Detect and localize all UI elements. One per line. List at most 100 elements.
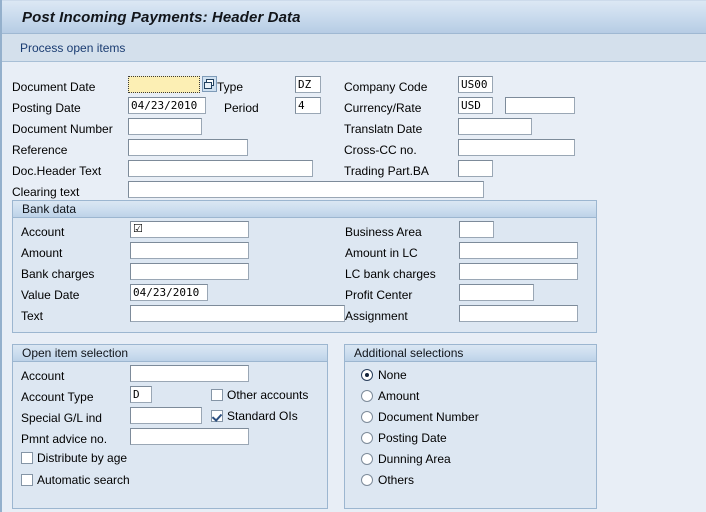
ois-account-input[interactable] [130,365,249,382]
label-bank-text: Text [21,309,44,323]
label-clearing-text: Clearing text [12,185,80,199]
account-type-input[interactable]: D [130,386,152,403]
label-lc-bank-charges: LC bank charges [345,267,436,281]
sap-transaction-screen: Post Incoming Payments: Header Data Proc… [0,0,706,512]
dunning-area-radio-circle [361,453,373,465]
label-currency-rate: Currency/Rate [344,101,422,115]
doc-header-text-input[interactable] [128,160,313,177]
additional-selections-title: Additional selections [345,345,596,362]
label-posting-date: Posting Date [12,101,81,115]
others-radio-circle [361,474,373,486]
amount-radio-label: Amount [378,389,420,403]
currency-input[interactable]: USD [458,97,493,114]
reference-input[interactable] [128,139,248,156]
bank-data-group-title: Bank data [13,201,596,218]
label-amount: Amount [21,246,63,260]
others-radio-label: Others [378,473,415,487]
label-doc-header-text: Doc.Header Text [12,164,102,178]
label-reference: Reference [12,143,68,157]
additional-selections-group: Additional selections None Amount Docume… [344,344,597,509]
label-document-date: Document Date [12,80,96,94]
radio-amount[interactable]: Amount [361,389,419,403]
document-date-input[interactable] [128,76,200,93]
bank-text-input[interactable] [130,305,345,322]
radio-none[interactable]: None [361,368,407,382]
label-bank-charges: Bank charges [21,267,95,281]
bank-account-input[interactable]: ☑ [130,221,249,238]
company-code-input[interactable]: US00 [458,76,493,93]
exchange-rate-input[interactable] [505,97,575,114]
posting-date-radio-label: Posting Date [378,431,447,445]
label-business-area: Business Area [345,225,422,239]
label-account-type: Account Type [21,390,94,404]
bank-charges-input[interactable] [130,263,249,280]
label-profit-center: Profit Center [345,288,413,302]
dunning-area-radio-label: Dunning Area [378,452,451,466]
trading-part-ba-input[interactable] [458,160,493,177]
translation-date-input[interactable] [458,118,532,135]
period-input[interactable]: 4 [295,97,321,114]
amount-input[interactable] [130,242,249,259]
document-number-radio-circle [361,411,373,423]
label-pmnt-advice-no: Pmnt advice no. [21,432,108,446]
label-value-date: Value Date [21,288,80,302]
label-bank-account: Account [21,225,65,239]
standard-ois-checkbox-box [211,410,223,422]
toolbar: Process open items [2,34,706,62]
special-gl-ind-input[interactable] [130,407,202,424]
none-radio-label: None [378,368,407,382]
label-document-number: Document Number [12,122,113,136]
posting-date-input[interactable]: 04/23/2010 [128,97,206,114]
title-bar: Post Incoming Payments: Header Data [2,0,706,34]
radio-others[interactable]: Others [361,473,414,487]
bank-data-group-body: Account Amount Bank charges Value Date T… [13,218,596,331]
other-accounts-label: Other accounts [227,388,309,402]
other-accounts-checkbox-box [211,389,223,401]
assignment-input[interactable] [459,305,578,322]
process-open-items-button[interactable]: Process open items [2,41,125,55]
automatic-search-checkbox-box [21,474,33,486]
label-translation-date: Translatn Date [344,122,423,136]
checkbox-automatic-search[interactable]: Automatic search [21,473,130,487]
type-input[interactable]: DZ [295,76,321,93]
bank-data-group: Bank data Account Amount Bank charges Va… [12,200,597,333]
label-ois-account: Account [21,369,65,383]
label-amount-in-lc: Amount in LC [345,246,418,260]
form-area: Document Date Posting Date Document Numb… [2,63,706,512]
amount-in-lc-input[interactable] [459,242,578,259]
business-area-input[interactable] [459,221,494,238]
label-company-code: Company Code [344,80,428,94]
distribute-by-age-checkbox-box [21,452,33,464]
label-type: Type [217,80,244,94]
matchcode-icon[interactable] [202,76,217,92]
cross-cc-no-input[interactable] [458,139,575,156]
amount-radio-circle [361,390,373,402]
page-title: Post Incoming Payments: Header Data [22,8,301,26]
checkbox-distribute-by-age[interactable]: Distribute by age [21,451,127,465]
radio-document-number[interactable]: Document Number [361,410,479,424]
radio-posting-date[interactable]: Posting Date [361,431,447,445]
label-cross-cc-no: Cross-CC no. [344,143,417,157]
standard-ois-label: Standard OIs [227,409,298,423]
profit-center-input[interactable] [459,284,534,301]
automatic-search-label: Automatic search [37,473,130,487]
label-trading-part-ba: Trading Part.BA [344,164,429,178]
clearing-text-input[interactable] [128,181,484,198]
document-number-input[interactable] [128,118,202,135]
checkbox-other-accounts[interactable]: Other accounts [211,388,308,402]
value-date-input[interactable]: 04/23/2010 [130,284,208,301]
none-radio-circle [361,369,373,381]
posting-date-radio-circle [361,432,373,444]
radio-dunning-area[interactable]: Dunning Area [361,452,451,466]
additional-selections-body: None Amount Document Number Posting Date… [345,362,596,507]
pmnt-advice-no-input[interactable] [130,428,249,445]
document-number-radio-label: Document Number [378,410,479,424]
open-item-selection-body: Account Account Type Special G/L ind Pmn… [13,362,327,507]
label-period: Period [224,101,259,115]
checkbox-standard-ois[interactable]: Standard OIs [211,409,298,423]
distribute-by-age-label: Distribute by age [37,451,128,465]
open-item-selection-title: Open item selection [13,345,327,362]
lc-bank-charges-input[interactable] [459,263,578,280]
label-assignment: Assignment [345,309,408,323]
label-special-gl-ind: Special G/L ind [21,411,102,425]
